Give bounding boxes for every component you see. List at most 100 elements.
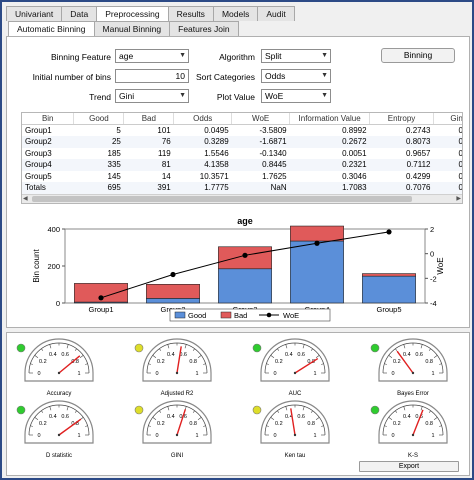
plot-value-dropdown[interactable]: WoE ▼ (261, 89, 331, 103)
y2-tick-label: 2 (430, 225, 434, 234)
tab-audit[interactable]: Audit (257, 6, 295, 21)
gauge-label: Adjusted R2 (161, 391, 194, 397)
tab-univariant[interactable]: Univariant (6, 6, 63, 21)
status-lamp (16, 343, 26, 353)
initial-bins-input[interactable]: 10 (115, 69, 189, 83)
gauge-k-s: 00.20.4 0.60.81K-S (370, 400, 448, 459)
plot-value-value: WoE (265, 91, 284, 101)
table-row[interactable]: Group1 5 101 0.0495 -3.5809 0.8992 0.2743 0.089 (22, 125, 462, 137)
gauge-tick-label: 1 (313, 433, 316, 439)
legend-swatch-bad (220, 311, 232, 319)
column-header[interactable]: Good (73, 113, 125, 125)
subtab-features-join[interactable]: Features Join (169, 21, 239, 36)
chart-title: age (237, 216, 253, 226)
algorithm-label: Algorithm (219, 52, 255, 62)
sort-categories-label: Sort Categories (195, 72, 255, 82)
scroll-left-icon[interactable]: ◀ (23, 195, 28, 203)
sort-categories-dropdown[interactable]: Odds ▼ (261, 69, 331, 83)
table-cell: 0.313 (433, 159, 462, 171)
gauge-adjusted-r2: 00.20.4 0.60.81Adjusted R2 (134, 338, 212, 397)
column-header[interactable]: Information Value (289, 113, 371, 125)
table-row[interactable]: Group225760.3289-1.68710.26720.80730.372 (22, 136, 462, 148)
y-tick-label: 0 (56, 299, 60, 308)
chevron-down-icon: ▼ (321, 92, 328, 99)
gauge-tick-label: 0.4 (167, 414, 175, 420)
status-lamp (252, 405, 262, 415)
binning-panel: Binning Feature age ▼ Initial number of … (6, 36, 470, 328)
binning-button[interactable]: Binning (381, 48, 455, 63)
table-cell: 76 (123, 136, 174, 148)
y2-axis-label: WoE (436, 257, 445, 274)
scrollbar-thumb[interactable] (32, 196, 412, 202)
chevron-down-icon: ▼ (179, 92, 186, 99)
gauge-tick-label: 0.6 (415, 352, 423, 358)
scroll-right-icon[interactable]: ▶ (456, 195, 461, 203)
algorithm-dropdown[interactable]: Split ▼ (261, 49, 331, 63)
gauge-tick-label: 1 (195, 433, 198, 439)
table-cell: 335 (73, 159, 124, 171)
bar-good (290, 240, 344, 304)
y2-tick-label: -4 (430, 299, 437, 308)
chevron-down-icon: ▼ (321, 52, 328, 59)
table-cell: 119 (158, 148, 171, 158)
column-header[interactable]: Entropy (369, 113, 434, 125)
gauge-label: Bayes Error (397, 391, 429, 397)
woe-point (386, 229, 392, 235)
gauges-area: 00.20.4 0.60.81Accuracy00.20.4 0.60.81Adju… (16, 338, 448, 459)
gauge-hub (293, 433, 297, 437)
column-header[interactable]: Bad (123, 113, 175, 125)
table-row[interactable]: Group4335814.13580.84450.23210.71120.313 (22, 159, 462, 171)
column-header[interactable]: WoE (231, 113, 291, 125)
tab-results[interactable]: Results (167, 6, 214, 21)
table-cell: 0.9657 (406, 148, 431, 158)
horizontal-scrollbar[interactable]: ◀ ▶ (22, 194, 462, 203)
table-cell: -3.5809 (259, 126, 287, 135)
status-lamp (134, 405, 144, 415)
table-cell: 81 (123, 159, 174, 171)
gauge-tick-label: 0.6 (61, 352, 69, 358)
gauge-tick-label: 0 (37, 433, 40, 439)
table-cell: 1.7775 (173, 182, 232, 194)
table-row[interactable]: Totals6953911.7775NaN1.70830.70760.320 (22, 182, 462, 194)
app-window: Univariant Data Preprocessing Results Models… (0, 0, 474, 480)
column-header[interactable]: Odds (173, 113, 233, 125)
gauge-tick-label: 0.6 (61, 414, 69, 420)
bar-bad (290, 225, 344, 242)
column-header[interactable]: Gini (433, 113, 462, 125)
status-lamp (370, 343, 380, 353)
gauge-tick-label: 0.4 (403, 352, 411, 358)
legend-swatch-good (174, 311, 186, 319)
gauge-tick-label: 0.2 (393, 421, 401, 427)
table-cell: 0.8073 (369, 136, 434, 148)
bar-good (218, 268, 272, 304)
table-cell: 0.320 (433, 182, 462, 194)
tab-preprocessing[interactable]: Preprocessing (96, 6, 169, 21)
y-axis-label: Bin count (32, 249, 41, 283)
table-cell: 0.3289 (173, 136, 232, 148)
gauge-tick-label: 1 (195, 371, 198, 377)
gauge-label: AUC (289, 391, 302, 397)
algorithm-value: Split (265, 51, 282, 61)
gauge-tick-label: 0.8 (307, 421, 315, 427)
tab-data[interactable]: Data (61, 6, 98, 21)
export-button[interactable]: Export (359, 461, 459, 472)
gauge-label: Accuracy (47, 391, 72, 397)
table-cell: Group4 (22, 159, 74, 171)
status-lamp (252, 343, 262, 353)
gauge-ken-tau: 00.20.4 0.60.81Ken tau (252, 400, 330, 459)
gauge-hub (175, 371, 179, 375)
tab-models[interactable]: Models (212, 6, 259, 21)
gauge-tick-label: 1 (77, 371, 80, 377)
table-row[interactable]: Group5 145 14 10.3571 1.7625 0.3046 0.4299 0.16… (22, 171, 462, 183)
subtab-automatic-binning[interactable]: Automatic Binning (8, 21, 95, 36)
column-header[interactable]: Bin (22, 113, 75, 125)
gauge-hub (411, 371, 415, 375)
status-lamp (16, 405, 26, 415)
trend-value: Gini (119, 91, 135, 101)
binning-feature-dropdown[interactable]: age ▼ (115, 49, 189, 63)
status-lamp (134, 343, 144, 353)
table-cell: 0.4299 (406, 171, 431, 181)
trend-dropdown[interactable]: Gini ▼ (115, 89, 189, 103)
subtab-manual-binning[interactable]: Manual Binning (93, 21, 171, 36)
table-row[interactable]: Group3 185 119 1.5546 -0.1340 0.0051 0.9657 0.4… (22, 148, 462, 160)
